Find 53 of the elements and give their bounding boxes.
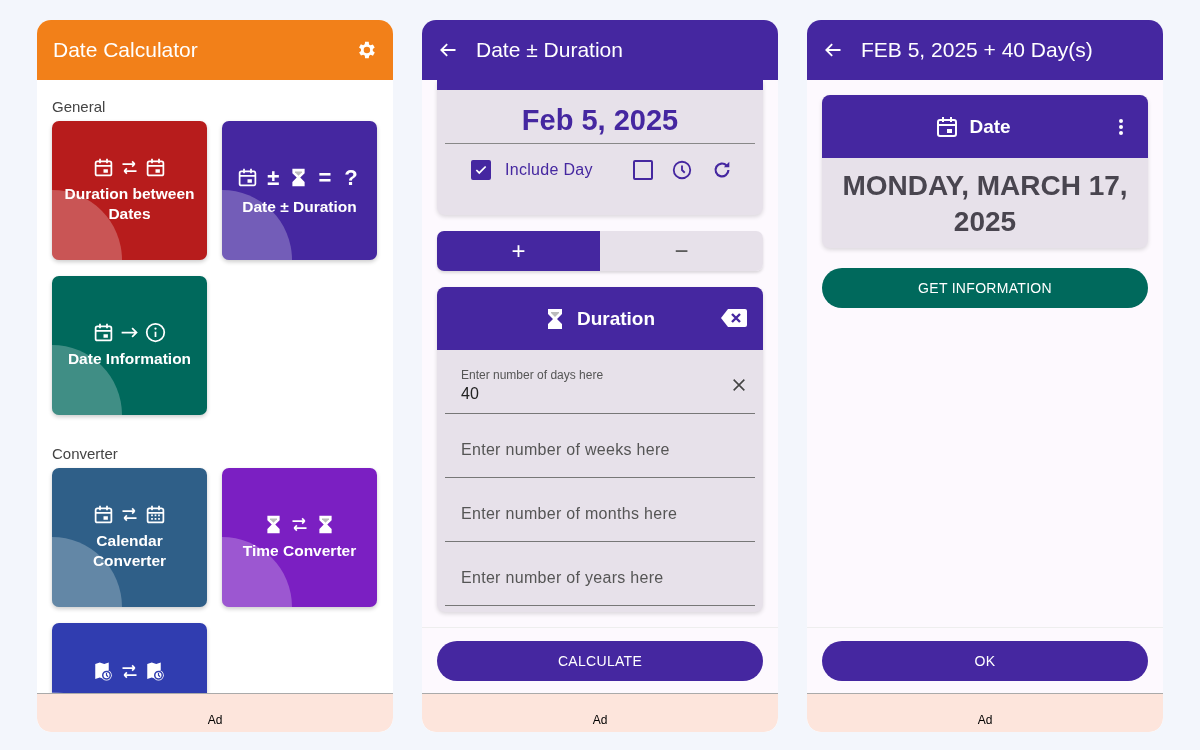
calendar-icon <box>93 322 114 343</box>
calendar-icon <box>145 157 166 178</box>
get-information-button[interactable]: GET INFORMATION <box>822 268 1148 308</box>
tile-label: Time Converter <box>242 541 357 561</box>
input-field[interactable]: Enter number of weeks here <box>461 441 747 477</box>
result-title: Date <box>969 115 1011 138</box>
include-day-label: Include Day <box>505 161 593 179</box>
map-clock-icon <box>145 661 166 682</box>
clock-button[interactable] <box>671 159 693 181</box>
more-options-button[interactable] <box>1118 117 1124 136</box>
checkbox[interactable] <box>633 160 653 180</box>
result-date: MONDAY, MARCH 17, 2025 <box>841 169 1129 239</box>
feature-tile[interactable]: Date Information <box>52 276 207 415</box>
section-label: General <box>52 98 107 115</box>
input-field[interactable]: Enter number of months here <box>461 505 747 541</box>
section-label: Converter <box>52 445 119 462</box>
app-title: FEB 5, 2025 + 40 Day(s) <box>861 38 1094 62</box>
clear-button[interactable] <box>731 377 747 393</box>
calendar-icon <box>93 157 114 178</box>
tile-label: Date ± Duration <box>242 196 357 217</box>
tile-label: Calendar Converter <box>91 531 168 571</box>
operation-toggle[interactable]: − <box>600 231 763 271</box>
check-icon <box>474 163 488 177</box>
info-icon <box>145 322 166 343</box>
backspace-button[interactable] <box>721 308 747 328</box>
feature-tile[interactable]: Duration between Dates <box>52 121 207 260</box>
calculate-button[interactable]: CALCULATE <box>437 641 763 681</box>
feature-tile[interactable]: ± = ? Date ± Duration <box>222 121 377 260</box>
ad-banner[interactable]: Ad <box>422 693 778 732</box>
feature-tile[interactable]: Time Converter <box>222 468 377 607</box>
ad-banner[interactable]: Ad <box>807 693 1163 732</box>
app-title: Date Calculator <box>53 38 199 62</box>
map-clock-icon <box>93 661 114 682</box>
input-field[interactable]: Enter number of years here <box>461 569 747 605</box>
input-field[interactable]: 40 <box>461 382 731 403</box>
ad-banner[interactable]: Ad <box>37 693 393 732</box>
tile-label: Duration between Dates <box>63 184 196 224</box>
checkbox[interactable] <box>471 160 491 180</box>
start-date[interactable]: Feb 5, 2025 <box>445 104 755 144</box>
symbol-text: = <box>318 164 332 191</box>
operation-toggle[interactable]: + <box>437 231 600 271</box>
feature-tile[interactable]: Calendar Converter <box>52 468 207 607</box>
duration-title: Duration <box>576 307 656 330</box>
calendar-icon <box>93 504 114 525</box>
field-label: Enter number of days here <box>461 368 605 382</box>
symbol-text: ? <box>344 164 358 191</box>
calendar-grid-icon <box>145 504 166 525</box>
app-title: Date ± Duration <box>476 38 624 62</box>
calendar-icon <box>237 167 259 188</box>
tile-label: Date Information <box>67 349 192 369</box>
ok-button[interactable]: OK <box>822 641 1148 681</box>
symbol-text: ± <box>267 164 280 191</box>
calendar-icon <box>935 114 960 139</box>
